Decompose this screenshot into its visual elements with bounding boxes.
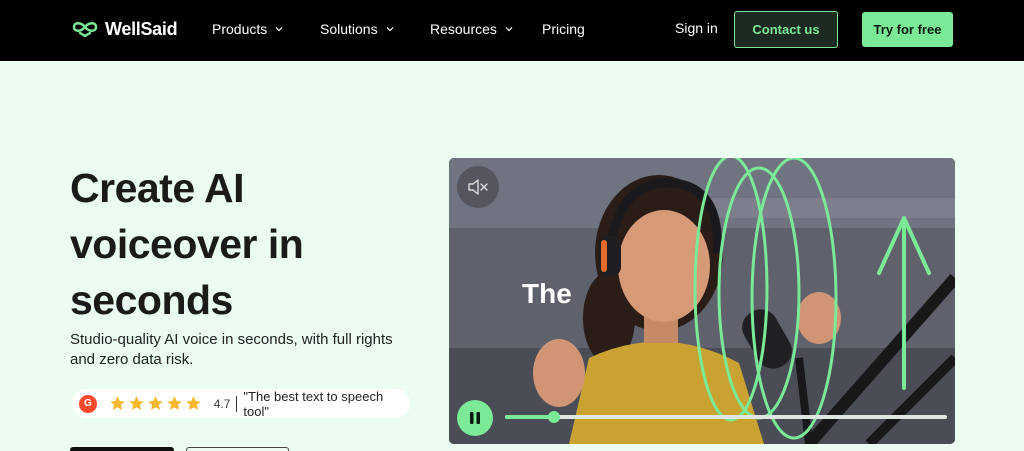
nav-resources-label: Resources (430, 21, 497, 37)
star-icon (186, 396, 201, 410)
pause-button[interactable] (457, 400, 493, 436)
nav-resources[interactable]: Resources (430, 20, 514, 38)
nav-solutions-label: Solutions (320, 21, 378, 37)
star-icon (110, 396, 125, 410)
g2-logo-icon: G (79, 394, 97, 413)
star-icon (148, 396, 163, 410)
nav-products-label: Products (212, 21, 268, 37)
video-caption-word: The (522, 278, 572, 309)
brand-name: WellSaid (105, 18, 178, 39)
chevron-down-icon (275, 27, 283, 32)
rating-value: 4.7 (213, 396, 231, 411)
rating-badge: G 4.7 "The best text to speech tool" (72, 388, 410, 419)
top-nav: WellSaid Products Solutions Resources Pr… (0, 0, 1024, 61)
hero-video[interactable]: The (449, 158, 955, 444)
pause-icon (470, 412, 480, 424)
primary-cta-button[interactable] (70, 447, 174, 451)
video-progress-bar[interactable] (505, 411, 947, 423)
brand-logo[interactable]: WellSaid (72, 17, 178, 41)
nav-pricing-label: Pricing (542, 21, 585, 37)
rating-stars (109, 395, 202, 412)
wellsaid-logo-icon (72, 22, 98, 37)
rating-divider (236, 395, 238, 412)
hero-subtitle: Studio-quality AI voice in seconds, with… (70, 331, 393, 368)
nav-products[interactable]: Products (212, 20, 284, 38)
chevron-down-icon (386, 27, 394, 32)
try-for-free-button[interactable]: Try for free (862, 12, 953, 47)
contact-us-button[interactable]: Contact us (734, 11, 838, 48)
mute-toggle-button[interactable] (457, 166, 499, 208)
star-icon (167, 396, 182, 410)
rating-quote: "The best text to speech tool" (243, 388, 384, 419)
nav-pricing[interactable]: Pricing (542, 20, 585, 38)
chevron-down-icon (505, 27, 513, 32)
video-progress-fill (505, 415, 554, 419)
hero-title: Create AI voiceover in seconds (70, 165, 304, 323)
nav-solutions[interactable]: Solutions (320, 20, 395, 38)
video-progress-thumb[interactable] (547, 411, 560, 423)
speaker-muted-icon (468, 179, 488, 195)
star-icon (129, 396, 144, 410)
secondary-cta-button[interactable] (186, 447, 289, 451)
sign-in-link[interactable]: Sign in (675, 20, 718, 36)
